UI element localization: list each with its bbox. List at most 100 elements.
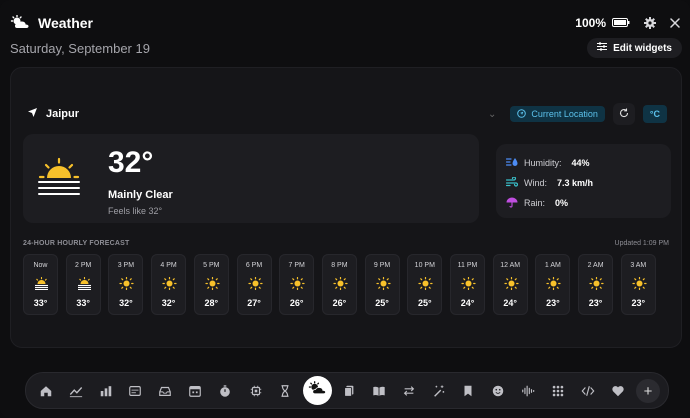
umbrella-icon bbox=[506, 197, 518, 210]
magic-icon[interactable] bbox=[430, 382, 448, 400]
refresh-icon bbox=[619, 105, 629, 123]
sun-haze-icon bbox=[34, 276, 49, 295]
code-icon[interactable] bbox=[579, 382, 597, 400]
home-icon[interactable] bbox=[37, 382, 55, 400]
settings-icon[interactable] bbox=[644, 17, 656, 29]
sun-icon bbox=[247, 276, 263, 295]
sun-icon bbox=[461, 276, 476, 295]
sun-icon bbox=[205, 276, 220, 295]
weather-icon bbox=[308, 381, 327, 400]
battery-icon bbox=[612, 16, 630, 30]
sun-icon bbox=[375, 276, 391, 295]
current-conditions-card: 32° Mainly Clear Feels like 32° bbox=[23, 134, 479, 223]
timer-icon[interactable] bbox=[216, 382, 234, 400]
humidity-icon bbox=[505, 157, 518, 169]
audio-icon[interactable] bbox=[519, 382, 537, 400]
smile-icon[interactable] bbox=[489, 382, 507, 400]
wind-icon bbox=[505, 176, 519, 189]
weather-widget: Jaipur ⌄ Current Location °C 32° Mainly … bbox=[10, 67, 682, 348]
current-temperature: 32° bbox=[108, 146, 154, 179]
refresh-button[interactable] bbox=[612, 103, 635, 125]
battery-percent: 100% bbox=[575, 16, 606, 30]
hourglass-icon[interactable] bbox=[276, 382, 294, 400]
hour-temp: 28° bbox=[204, 298, 219, 308]
bookmark-icon[interactable] bbox=[459, 382, 477, 400]
edit-widgets-button[interactable]: Edit widgets bbox=[587, 38, 682, 58]
chip-icon[interactable] bbox=[247, 382, 265, 400]
hour-tile: 8 PM 26° bbox=[321, 254, 357, 315]
edit-widgets-label: Edit widgets bbox=[613, 42, 672, 54]
hour-time: 12 AM bbox=[500, 262, 521, 269]
trend-icon[interactable] bbox=[67, 382, 85, 400]
hour-temp: 32° bbox=[119, 298, 133, 308]
hour-tile: 11 PM 24° bbox=[450, 254, 485, 315]
hour-time: 2 AM bbox=[587, 262, 604, 269]
unit-toggle[interactable]: °C bbox=[642, 105, 667, 123]
hour-tile: 9 PM 25° bbox=[364, 254, 400, 315]
location-bar: Jaipur ⌄ Current Location °C bbox=[27, 103, 667, 125]
bar-chart-icon[interactable] bbox=[97, 382, 115, 400]
close-icon[interactable] bbox=[670, 18, 680, 28]
current-location-button[interactable]: Current Location bbox=[510, 106, 605, 122]
hour-tile: 7 PM 26° bbox=[279, 254, 315, 315]
hour-temp: 26° bbox=[332, 298, 347, 308]
hour-tile: 10 PM 25° bbox=[407, 254, 443, 315]
hour-time: 9 PM bbox=[373, 262, 391, 269]
wind-value: 7.3 km/h bbox=[557, 178, 594, 188]
compass-icon bbox=[517, 108, 527, 120]
hour-temp: 26° bbox=[289, 298, 304, 308]
transfer-icon[interactable] bbox=[400, 382, 418, 400]
city-selector[interactable]: Jaipur bbox=[27, 107, 79, 121]
forecast-header: 24-HOUR HOURLY FORECAST Updated 1:09 PM bbox=[23, 238, 669, 248]
calendar-icon[interactable] bbox=[186, 382, 204, 400]
hour-temp: 32° bbox=[161, 298, 176, 308]
add-widget-button[interactable]: + bbox=[636, 379, 660, 403]
hour-time: 1 AM bbox=[544, 262, 561, 269]
chevron-down-icon[interactable]: ⌄ bbox=[488, 109, 496, 120]
files-icon[interactable] bbox=[340, 382, 358, 400]
sun-icon bbox=[632, 276, 647, 295]
hour-tile: 6 PM 27° bbox=[236, 254, 272, 315]
hour-temp: 25° bbox=[417, 298, 432, 308]
hour-tile: 2 AM 23° bbox=[578, 254, 614, 315]
rain-row: Rain: 0% bbox=[506, 193, 671, 213]
hour-time: 6 PM bbox=[245, 262, 263, 269]
sun-icon bbox=[504, 276, 519, 295]
dock-weather-button[interactable] bbox=[303, 376, 332, 405]
inbox-icon[interactable] bbox=[156, 382, 174, 400]
city-name: Jaipur bbox=[46, 108, 80, 120]
sliders-icon bbox=[597, 42, 608, 54]
sun-icon bbox=[589, 276, 604, 295]
updated-time: Updated 1:09 PM bbox=[614, 239, 669, 247]
hour-tile: Now 33° bbox=[23, 254, 58, 315]
weather-details-card: Humidity: 44% Wind: 7.3 km/h Rain: 0% bbox=[496, 144, 671, 218]
hour-time: 4 PM bbox=[160, 262, 177, 269]
wind-row: Wind: 7.3 km/h bbox=[505, 173, 671, 193]
forecast-title: 24-HOUR HOURLY FORECAST bbox=[23, 239, 130, 247]
card-icon[interactable] bbox=[126, 382, 144, 400]
hour-temp: 23° bbox=[546, 298, 560, 308]
hour-tile: 12 AM 24° bbox=[492, 254, 528, 315]
hour-time: 3 AM bbox=[630, 262, 647, 269]
wind-label: Wind: bbox=[524, 178, 548, 188]
sun-icon bbox=[546, 276, 561, 295]
current-location-label: Current Location bbox=[531, 109, 598, 119]
condition-text: Mainly Clear bbox=[108, 189, 173, 201]
grid-icon[interactable] bbox=[549, 382, 567, 400]
hour-tile: 5 PM 28° bbox=[193, 254, 229, 315]
hour-time: Now bbox=[33, 262, 48, 269]
weather-logo-icon bbox=[10, 14, 30, 32]
heart-icon[interactable] bbox=[609, 382, 627, 400]
hour-time: 8 PM bbox=[331, 262, 348, 269]
bottom-dock: + bbox=[25, 372, 669, 409]
hour-temp: 25° bbox=[375, 298, 389, 308]
hour-time: 10 PM bbox=[414, 262, 435, 269]
humidity-row: Humidity: 44% bbox=[505, 153, 671, 173]
humidity-label: Humidity: bbox=[524, 158, 562, 168]
app-title-text: Weather bbox=[38, 15, 93, 31]
book-icon[interactable] bbox=[370, 382, 388, 400]
hour-temp: 24° bbox=[503, 298, 517, 308]
hour-temp: 33° bbox=[76, 298, 90, 308]
hour-tile: 3 AM 23° bbox=[620, 254, 656, 315]
hour-temp: 23° bbox=[631, 298, 646, 308]
